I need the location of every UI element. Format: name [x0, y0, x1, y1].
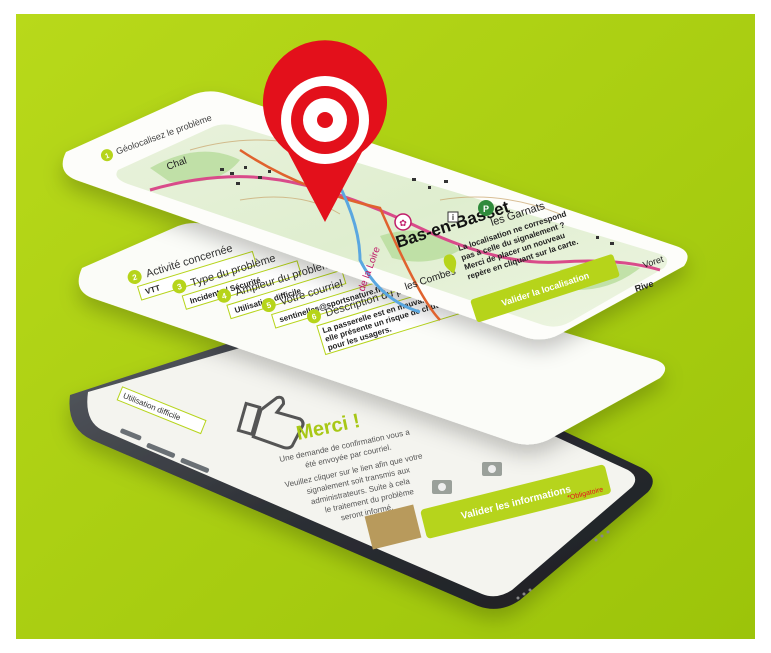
svg-text:P: P: [483, 204, 489, 214]
camera-icon: [482, 462, 502, 476]
info-icon: i: [447, 211, 459, 223]
svg-text:i: i: [452, 213, 454, 222]
hiker-icon: ✿: [394, 213, 412, 231]
svg-text:✿: ✿: [399, 218, 407, 228]
camera-icon: [432, 480, 452, 494]
parking-icon: P: [478, 200, 494, 216]
scene: Utilisation difficile Merci ! Une demand…: [16, 14, 755, 639]
